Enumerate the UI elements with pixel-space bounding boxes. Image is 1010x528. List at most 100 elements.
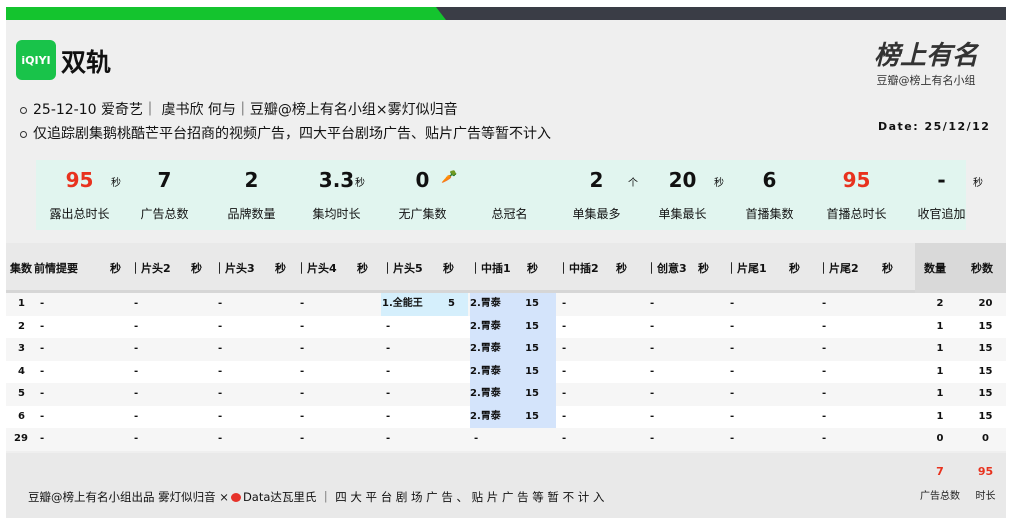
slot-brand: -	[218, 433, 223, 444]
slot-brand: -	[134, 388, 139, 399]
slot-brand: 2.胃泰	[470, 410, 501, 422]
slot-secs: 15	[525, 410, 539, 422]
slot-brand: -	[134, 343, 139, 354]
bullet-icon	[20, 130, 27, 138]
row-count: 0	[936, 433, 944, 444]
slot-brand: -	[730, 433, 735, 444]
total-count-label: 广告总数	[920, 491, 960, 502]
stat-value: -	[937, 168, 946, 192]
slot-brand: -	[386, 433, 391, 444]
stat-unit: 🥕	[441, 170, 458, 185]
slot-brand: -	[822, 320, 827, 332]
brand-logo: 榜上有名 豆瓣@榜上有名小组	[873, 41, 978, 87]
slot-brand: 2.胃泰	[470, 298, 501, 309]
header-episode: 集数	[10, 262, 32, 275]
slot-brand: -	[218, 388, 223, 399]
slot-brand: -	[386, 388, 391, 399]
slot-brand: -	[562, 388, 567, 399]
row-count: 2	[936, 298, 944, 309]
stat-4: 0 🥕 无广集数	[379, 160, 466, 230]
row-count: 1	[936, 320, 944, 332]
slot-brand: -	[562, 320, 567, 332]
drama-title: 双轨	[61, 48, 112, 77]
bullet-icon	[20, 106, 27, 114]
header-slot: ｜片头2	[130, 262, 171, 275]
stat-unit: 秒	[111, 178, 121, 189]
slot-brand: -	[730, 320, 735, 332]
stat-value: 2	[589, 168, 604, 192]
header-sec: 秒	[110, 262, 121, 275]
row-secs: 15	[978, 343, 993, 354]
header-sec: 秒	[191, 262, 202, 275]
stat-10: - 秒收官追加	[898, 160, 985, 230]
slot-brand: -	[650, 320, 655, 332]
row-count: 1	[936, 365, 944, 377]
slot-brand: -	[822, 388, 827, 399]
slot-brand: -	[650, 343, 655, 354]
slot-brand: -	[134, 298, 139, 309]
info-line-2: 仅追踪剧集鹅桃酷芒平台招商的视频广告，四大平台剧场广告、贴片广告等暂不计入	[20, 123, 551, 143]
header-slot: ｜片头5	[382, 262, 423, 275]
stat-label: 品牌数量	[227, 207, 276, 221]
header-sec: 秒	[882, 262, 893, 275]
header-slot: ｜创意3	[646, 262, 687, 275]
row-secs: 15	[978, 410, 993, 422]
slot-brand: -	[218, 320, 223, 332]
footer-credit: 豆瓣@榜上有名小组出品 雾灯似归音 × Data达瓦里氏 ｜ 四 大 平 台 剧 …	[28, 490, 605, 504]
slot-brand: -	[650, 298, 655, 309]
slot-brand: -	[300, 365, 305, 377]
slot-brand: -	[386, 343, 391, 354]
episode-number: 3	[18, 343, 25, 354]
row-count: 1	[936, 388, 944, 399]
header-sec: 秒	[616, 262, 627, 275]
header-sec: 秒	[443, 262, 454, 275]
row-count: 1	[936, 343, 944, 354]
slot-brand: -	[40, 433, 45, 444]
iqiyi-logo: iQIYI	[16, 40, 56, 80]
slot-secs: 15	[525, 320, 539, 332]
stat-unit: 秒	[714, 178, 724, 189]
header-count: 数量	[924, 262, 946, 275]
slot-brand: -	[822, 433, 827, 444]
slot-brand: -	[40, 343, 45, 354]
header-sec: 秒	[357, 262, 368, 275]
total-secs: 95	[977, 465, 994, 478]
slot-secs: 15	[525, 388, 539, 399]
slot-brand: 2.胃泰	[470, 365, 501, 377]
stat-label: 露出总时长	[49, 207, 110, 221]
stat-2: 2 品牌数量	[208, 160, 295, 230]
stat-value: 2	[244, 168, 259, 192]
stat-3: 3.3 秒集均时长	[293, 160, 380, 230]
total-count: 7	[936, 465, 944, 478]
slot-brand: -	[386, 410, 391, 422]
table-header: 集数 前情提要 秒 ｜片头2 秒 ｜片头3 秒 ｜片头4 秒 ｜片头5 秒 ｜中插1 秒 ｜中插2 秒 ｜创意…	[6, 243, 1006, 293]
slot-brand: -	[822, 410, 827, 422]
slot-secs: 15	[525, 365, 539, 377]
slot-brand: -	[730, 343, 735, 354]
slot-brand: -	[134, 433, 139, 444]
slot-brand: 2.胃泰	[470, 388, 501, 399]
slot-brand: -	[218, 298, 223, 309]
slot-brand: -	[40, 320, 45, 332]
stat-0: 95 秒露出总时长	[36, 160, 123, 230]
row-count: 1	[936, 410, 944, 422]
row-secs: 15	[978, 365, 993, 377]
slot-brand: -	[822, 343, 827, 354]
slot-secs: 5	[448, 298, 455, 309]
episode-number: 6	[18, 410, 25, 422]
slot-brand: -	[40, 410, 45, 422]
report-panel: iQIYI 双轨 25-12-10 爱奇艺｜ 虞书欣 何与｜豆瓣@榜上有名小组×…	[6, 7, 1006, 518]
stat-value: 20	[668, 168, 697, 192]
stat-value: 6	[762, 168, 777, 192]
slot-brand: -	[386, 320, 391, 332]
header-slot: ｜片头3	[214, 262, 255, 275]
stat-value: 7	[157, 168, 172, 192]
header-slot: 前情提要	[34, 262, 78, 275]
header-slot: ｜中插2	[558, 262, 599, 275]
slot-brand: -	[300, 388, 305, 399]
slot-brand: -	[562, 343, 567, 354]
slot-brand: 1.全能王	[382, 298, 423, 309]
slot-brand: -	[40, 298, 45, 309]
slot-brand: -	[650, 388, 655, 399]
slot-brand: -	[562, 433, 567, 444]
